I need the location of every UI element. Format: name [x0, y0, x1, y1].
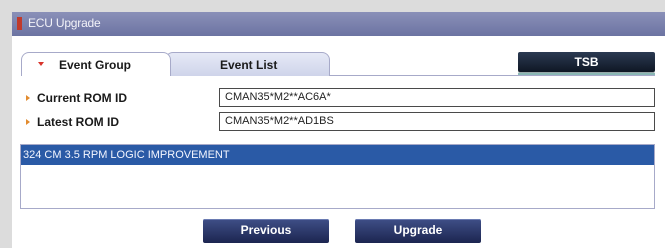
tsb-button[interactable]: TSB	[518, 52, 655, 76]
tab-event-list[interactable]: Event List	[165, 52, 330, 76]
bullet-icon	[26, 95, 30, 101]
current-rom-label: Current ROM ID	[37, 91, 127, 105]
app-icon	[17, 17, 22, 30]
bullet-icon	[26, 119, 30, 125]
chevron-down-icon	[38, 62, 44, 66]
current-rom-field[interactable]: CMAN35*M2**AC6A*	[219, 88, 655, 107]
upgrade-button[interactable]: Upgrade	[355, 219, 481, 243]
window-title: ECU Upgrade	[28, 16, 101, 30]
tab-event-group[interactable]: Event Group	[21, 52, 171, 76]
list-item[interactable]: 324 CM 3.5 RPM LOGIC IMPROVEMENT	[21, 145, 654, 165]
latest-rom-field[interactable]: CMAN35*M2**AD1BS	[219, 112, 655, 131]
latest-rom-label: Latest ROM ID	[37, 115, 120, 129]
tab-label-event-list: Event List	[220, 58, 278, 72]
event-list-box[interactable]: 324 CM 3.5 RPM LOGIC IMPROVEMENT	[20, 144, 655, 209]
window-titlebar: ECU Upgrade	[12, 12, 665, 36]
tab-label-event-group: Event Group	[59, 58, 132, 72]
latest-rom-row: Latest ROM ID CMAN35*M2**AD1BS	[21, 112, 655, 132]
rom-info-section: Current ROM ID CMAN35*M2**AC6A* Latest R…	[21, 75, 655, 135]
previous-button[interactable]: Previous	[203, 219, 329, 243]
current-rom-row: Current ROM ID CMAN35*M2**AC6A*	[21, 88, 655, 108]
